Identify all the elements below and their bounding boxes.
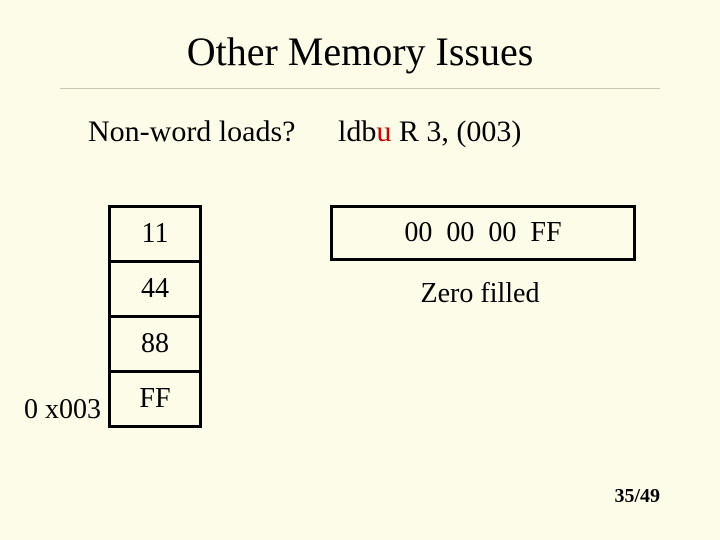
instruction-op-prefix: ldb (338, 115, 376, 148)
memory-cell: 11 (110, 207, 201, 262)
memory-cell: 88 (110, 317, 201, 372)
instruction-op-suffix: u (376, 115, 391, 148)
question-text: Non-word loads? (88, 115, 295, 149)
register-value: 00 00 00 FF (404, 217, 561, 249)
divider (60, 88, 660, 89)
page-title: Other Memory Issues (0, 28, 720, 75)
register-caption: Zero filled (330, 278, 630, 310)
memory-cell: 44 (110, 262, 201, 317)
slide: Other Memory Issues Non-word loads? ldbu… (0, 0, 720, 540)
page-number: 35/49 (614, 485, 660, 508)
register-box: 00 00 00 FF (330, 205, 636, 261)
memory-cell: FF (110, 372, 201, 427)
memory-table: 11 44 88 FF (108, 205, 202, 428)
address-label: 0 x003 (24, 394, 101, 426)
instruction: ldbu R 3, (003) (338, 115, 521, 149)
instruction-args: R 3, (003) (391, 115, 521, 148)
